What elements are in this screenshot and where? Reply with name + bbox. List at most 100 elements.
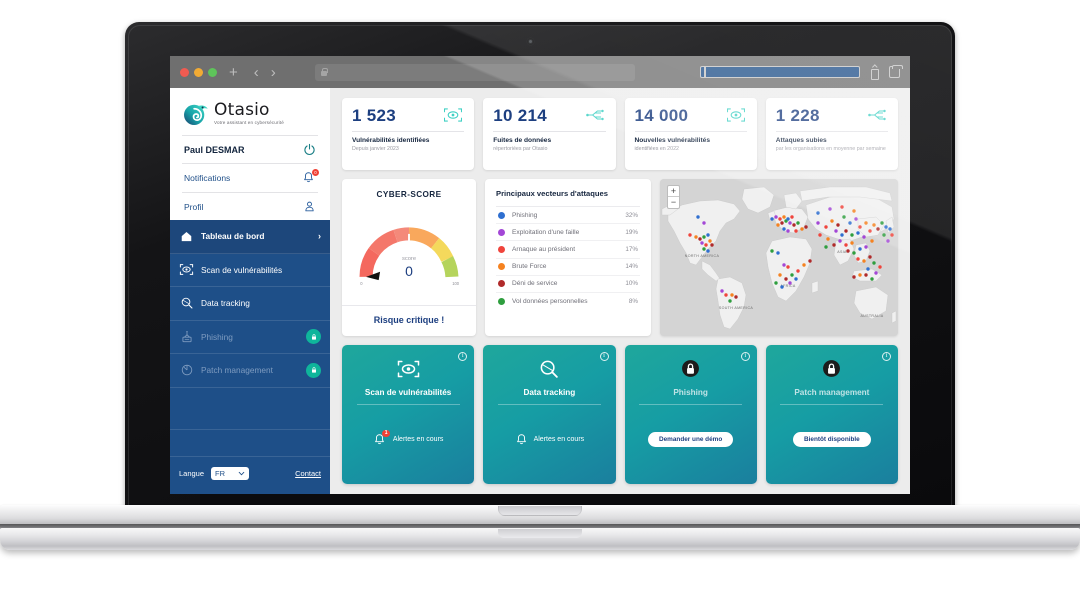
map-attack-marker: [850, 233, 854, 237]
map-attack-marker: [852, 251, 856, 255]
map-zoom-out-button[interactable]: −: [668, 197, 679, 208]
new-tab-button[interactable]: +: [227, 65, 240, 80]
coming-soon-button[interactable]: Bientôt disponible: [793, 432, 871, 447]
action-card-title: Phishing: [673, 388, 708, 397]
window-traffic-lights[interactable]: [180, 67, 217, 77]
map-attack-marker: [782, 227, 786, 231]
sidebar-item-data-tracking[interactable]: Data tracking: [170, 287, 330, 321]
sidebar-label: Scan de vulnérabilités: [201, 264, 283, 275]
eye-scan-icon: [179, 263, 194, 276]
map-attack-marker: [782, 263, 786, 267]
stat-title: Attaques subies: [775, 137, 827, 144]
sidebar-item-scan-de-vulnerabilites[interactable]: Scan de vulnérabilités: [170, 254, 330, 287]
action-card-data-tracking[interactable]: i Data tracking Alertes en cours: [483, 345, 616, 484]
map-attack-marker: [794, 229, 798, 233]
vector-percent: 8%: [628, 297, 638, 305]
map-attack-marker: [708, 239, 712, 243]
brand-name: Otasio: [214, 99, 270, 120]
eye-scan-icon: [396, 356, 421, 381]
map-attack-marker: [818, 233, 822, 237]
brand-tagline: Votre assistant en cybersécurité: [214, 119, 284, 125]
attack-vector-row: Vol données personnelles 8%: [496, 293, 640, 309]
vector-label: Phishing: [512, 211, 538, 219]
map-attack-marker: [830, 219, 834, 223]
vector-percent: 17%: [625, 245, 638, 253]
zoom-window-button[interactable]: [208, 67, 217, 77]
tabs-icon[interactable]: [888, 64, 903, 78]
map-attack-marker: [850, 241, 854, 245]
bell-icon: [516, 434, 526, 445]
contact-link[interactable]: Contact: [295, 469, 321, 478]
sidebar-icon[interactable]: [699, 65, 860, 78]
attack-vectors-card: Principaux vecteurs d'attaques Phishing 3…: [485, 179, 651, 336]
info-icon[interactable]: i: [458, 352, 468, 361]
map-zoom-controls[interactable]: + −: [667, 185, 680, 209]
map-attack-marker: [730, 293, 734, 297]
attack-vectors-title: Principaux vecteurs d'attaques: [496, 189, 608, 198]
sidebar-item-profil[interactable]: Profil: [182, 192, 318, 220]
info-icon[interactable]: i: [882, 352, 891, 361]
info-icon[interactable]: i: [740, 352, 750, 361]
map-attack-marker: [856, 257, 860, 261]
request-demo-button[interactable]: Demander une démo: [648, 432, 734, 447]
cyber-score-title: CYBER-SCORE: [376, 190, 442, 199]
action-card-scan-de-vulnerabilites[interactable]: i Scan de vulnérabilités 1 Alertes en co…: [342, 345, 475, 484]
action-card-phishing[interactable]: i Phishing Demander une démo: [624, 345, 757, 484]
sidebar-label: Tableau de bord: [201, 231, 265, 242]
vector-color-dot: [498, 228, 505, 236]
sidebar-item-patch-management[interactable]: Patch management: [170, 354, 330, 388]
action-card-title: Patch management: [794, 388, 870, 397]
address-bar[interactable]: [315, 63, 636, 81]
sidebar-user-row[interactable]: Paul DESMAR: [182, 135, 318, 163]
action-card-patch-management[interactable]: i Patch management Bientôt disponible: [765, 345, 898, 484]
close-window-button[interactable]: [180, 67, 189, 77]
map-attack-marker: [780, 285, 784, 289]
back-button[interactable]: ‹: [252, 65, 261, 80]
vector-label: Brute Force: [512, 263, 547, 271]
minimize-window-button[interactable]: [194, 67, 203, 77]
sidebar-item-tableau-de-bord[interactable]: Tableau de bord ›: [170, 220, 330, 254]
vector-label: Exploitation d'une faille: [512, 228, 580, 236]
forward-button[interactable]: ›: [269, 65, 278, 80]
power-icon[interactable]: [303, 143, 316, 156]
phishing-icon: [179, 330, 194, 344]
map-attack-marker: [770, 249, 774, 253]
notifications-badge: 0: [312, 169, 319, 176]
sidebar-label: Data tracking: [201, 298, 250, 309]
vector-percent: 19%: [625, 228, 638, 236]
map-region-label: SOUTH AMERICA: [719, 306, 754, 310]
map-attack-marker: [862, 259, 866, 263]
map-zoom-in-button[interactable]: +: [668, 186, 679, 197]
map-attack-marker: [874, 271, 878, 275]
stat-card: 10 214 Fuites de données répertoriées pa…: [483, 98, 616, 170]
magnifier-icon: [179, 296, 194, 310]
world-map-card[interactable]: + − NORTH AMERICA SOUTH AMERICA AFRICA A…: [660, 179, 898, 336]
share-icon[interactable]: [869, 66, 880, 80]
map-attack-marker: [840, 205, 844, 209]
user-icon[interactable]: [303, 200, 316, 213]
map-attack-marker: [852, 209, 856, 213]
brand-logo[interactable]: Otasio Votre assistant en cybersécurité: [182, 98, 318, 135]
map-attack-marker: [790, 215, 794, 219]
gauge-min-label: 0: [360, 281, 363, 286]
map-attack-marker: [886, 239, 890, 243]
map-attack-marker: [854, 217, 858, 221]
lock-badge-icon: [306, 329, 321, 345]
sidebar: Otasio Votre assistant en cybersécurité …: [170, 88, 330, 494]
laptop-mockup: + ‹ › Otasio Votre assistant en cyberséc…: [0, 0, 1080, 600]
map-region-label: ASIA: [837, 250, 847, 254]
map-attack-marker: [868, 229, 872, 233]
map-attack-marker: [794, 277, 798, 281]
map-region-label: NORTH AMERICA: [685, 254, 720, 258]
sidebar-item-phishing[interactable]: Phishing: [170, 321, 330, 354]
map-attack-marker: [710, 243, 714, 247]
language-select[interactable]: FR: [211, 467, 250, 480]
map-attack-marker: [876, 227, 880, 231]
map-attack-marker: [778, 217, 782, 221]
chevron-down-icon: [238, 471, 245, 476]
map-attack-marker: [724, 293, 728, 297]
info-icon[interactable]: i: [599, 352, 609, 361]
map-attack-marker: [734, 295, 738, 299]
attack-vector-row: Déni de service 10%: [496, 276, 640, 293]
sidebar-item-notifications[interactable]: Notifications 0: [182, 163, 319, 192]
